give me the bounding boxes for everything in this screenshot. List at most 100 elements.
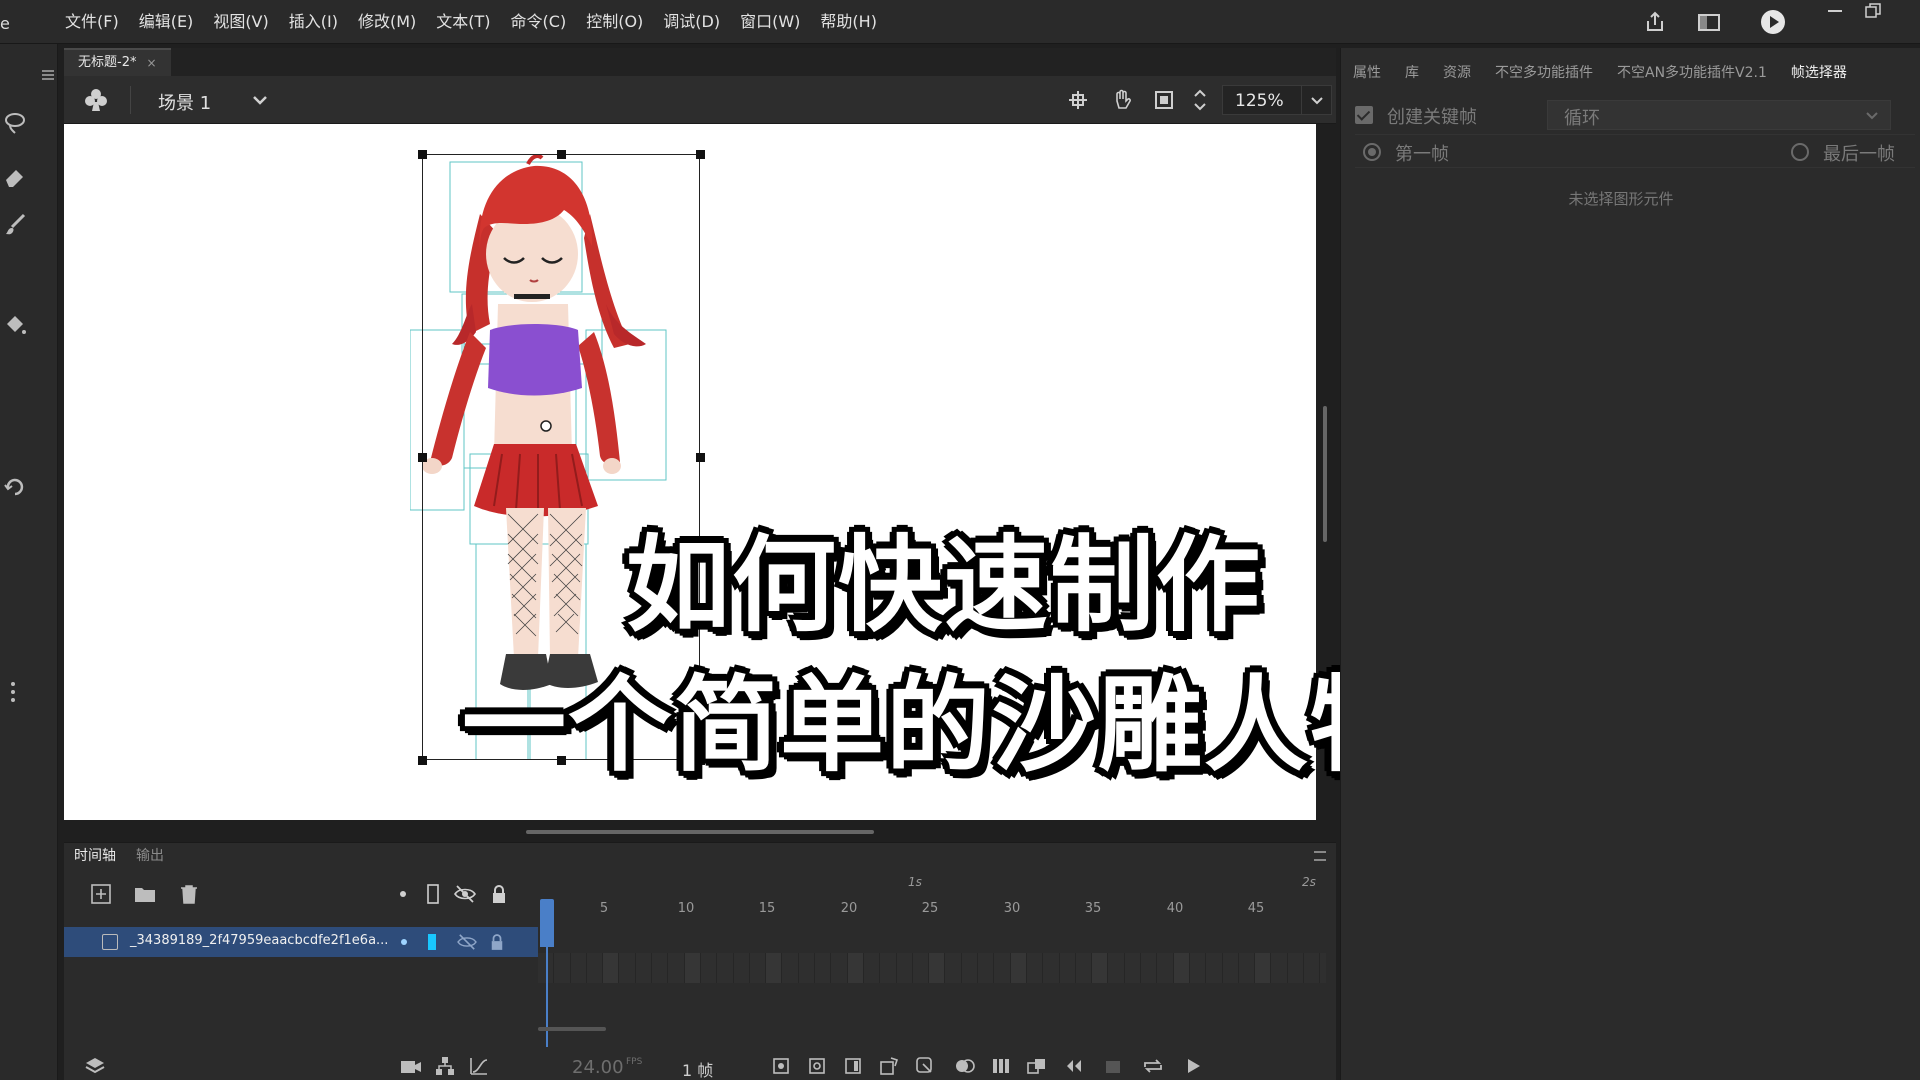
frame-cell[interactable] — [1076, 953, 1093, 983]
frame-cell[interactable] — [1141, 953, 1158, 983]
frame-cell[interactable] — [1060, 953, 1076, 983]
frame-cell[interactable] — [750, 953, 767, 983]
transform-handle[interactable] — [418, 756, 427, 765]
scene-clubs-icon[interactable] — [82, 86, 110, 114]
minimize-icon[interactable] — [1818, 0, 1852, 22]
current-frame[interactable]: 1 帧 — [682, 1057, 713, 1080]
frame-cell[interactable] — [783, 953, 799, 983]
stage-horizontal-scrollbar[interactable] — [526, 830, 874, 834]
frame-cell[interactable] — [1092, 953, 1109, 983]
frame-cell[interactable] — [1043, 953, 1060, 983]
menu-insert[interactable]: 插入(I) — [279, 0, 348, 44]
fps-value[interactable]: 24.00 — [572, 1057, 624, 1078]
frame-cell[interactable] — [636, 953, 653, 983]
highlight-dot-icon[interactable] — [400, 938, 408, 946]
clip-canvas-icon[interactable] — [1150, 86, 1178, 114]
tab-plugin-v21[interactable]: 不空AN多功能插件V2.1 — [1605, 60, 1779, 86]
restore-icon[interactable] — [1856, 0, 1890, 22]
menu-debug[interactable]: 调试(D) — [653, 0, 730, 44]
chevron-down-icon[interactable] — [1301, 86, 1331, 114]
lock-icon[interactable] — [490, 933, 504, 951]
frame-cell[interactable] — [668, 953, 685, 983]
frame-cell[interactable] — [864, 953, 881, 983]
frame-cell[interactable] — [717, 953, 734, 983]
transform-handle[interactable] — [696, 150, 705, 159]
shape-tween-icon[interactable] — [914, 1055, 936, 1077]
brush-tool-icon[interactable] — [0, 208, 30, 242]
transform-handle[interactable] — [696, 453, 705, 462]
layer-row[interactable]: _34389189_2f47959eaacbcdfe2f1e6a... — [64, 927, 538, 957]
frame-cell[interactable] — [815, 953, 832, 983]
frame-cell[interactable] — [799, 953, 816, 983]
timeline-menu-icon[interactable] — [1314, 851, 1326, 861]
frame-cell[interactable] — [571, 953, 587, 983]
frame-cell[interactable] — [1109, 953, 1125, 983]
menu-view[interactable]: 视图(V) — [203, 0, 278, 44]
close-icon[interactable]: × — [146, 50, 156, 76]
visibility-off-icon[interactable] — [456, 933, 478, 951]
hand-tool-icon[interactable] — [1108, 86, 1136, 114]
frame-cell[interactable] — [962, 953, 979, 983]
loop-icon[interactable] — [1142, 1055, 1164, 1077]
convert-icon[interactable] — [1026, 1055, 1048, 1077]
frame-cell[interactable] — [1157, 953, 1174, 983]
frame-cell[interactable] — [946, 953, 962, 983]
edit-multiple-frames-icon[interactable] — [990, 1055, 1012, 1077]
menu-edit[interactable]: 编辑(E) — [129, 0, 204, 44]
frame-ruler[interactable]: 1s 2s 5 10 15 20 25 30 35 40 45 — [538, 869, 1326, 917]
frame-cell[interactable] — [684, 953, 701, 983]
frame-cell[interactable] — [913, 953, 930, 983]
frame-cell[interactable] — [1255, 953, 1272, 983]
tab-assets[interactable]: 资源 — [1431, 60, 1483, 86]
transform-handle[interactable] — [418, 453, 427, 462]
frame-cell[interactable] — [1239, 953, 1256, 983]
share-icon[interactable] — [1628, 0, 1682, 44]
new-layer-icon[interactable] — [88, 881, 114, 907]
delete-layer-icon[interactable] — [176, 881, 202, 907]
tab-timeline[interactable]: 时间轴 — [74, 843, 116, 869]
paint-bucket-tool-icon[interactable] — [0, 308, 30, 342]
frame-cell[interactable] — [620, 953, 636, 983]
tab-output[interactable]: 输出 — [136, 843, 164, 869]
rotate-tool-icon[interactable] — [0, 468, 30, 502]
frame-cell[interactable] — [603, 953, 620, 983]
frame-cell[interactable] — [1223, 953, 1239, 983]
frame-cell[interactable] — [587, 953, 604, 983]
tab-plugin[interactable]: 不空多功能插件 — [1483, 60, 1605, 86]
zoom-select[interactable]: 125% — [1222, 85, 1332, 115]
layer-parenting-icon[interactable] — [434, 1055, 456, 1077]
lasso-tool-icon[interactable] — [0, 106, 30, 140]
layers-icon[interactable] — [84, 1055, 106, 1077]
frame-area[interactable]: 1s 2s 5 10 15 20 25 30 35 40 45 — [538, 869, 1326, 1047]
eraser-tool-icon[interactable] — [0, 160, 30, 194]
frame-cell[interactable] — [1027, 953, 1044, 983]
frame-cell[interactable] — [1190, 953, 1207, 983]
frame-cell[interactable] — [766, 953, 783, 983]
frame-cell[interactable] — [652, 953, 669, 983]
zoom-stepper-icon[interactable] — [1186, 86, 1214, 114]
test-movie-play-icon[interactable] — [1746, 0, 1800, 44]
outline-icon[interactable] — [420, 881, 446, 907]
menu-control[interactable]: 控制(O) — [576, 0, 653, 44]
menu-window[interactable]: 窗口(W) — [730, 0, 810, 44]
frame-cell[interactable] — [1010, 953, 1027, 983]
transform-handle[interactable] — [418, 150, 427, 159]
workspace-icon[interactable] — [1682, 0, 1736, 44]
insert-frame-icon[interactable] — [842, 1055, 864, 1077]
stage-vertical-scrollbar[interactable] — [1323, 406, 1327, 542]
scene-name[interactable]: 场景 1 — [158, 89, 211, 115]
new-folder-icon[interactable] — [132, 881, 158, 907]
highlight-dot-icon[interactable] — [390, 881, 416, 907]
menu-text[interactable]: 文本(T) — [426, 0, 500, 44]
ease-icon[interactable] — [468, 1055, 490, 1077]
onion-skin-icon[interactable] — [954, 1055, 976, 1077]
document-tab[interactable]: 无标题-2* × — [64, 48, 171, 76]
frame-cell[interactable] — [1173, 953, 1190, 983]
frame-cell[interactable] — [554, 953, 571, 983]
frame-cell[interactable] — [847, 953, 864, 983]
center-stage-icon[interactable] — [1064, 86, 1092, 114]
frame-cell[interactable] — [994, 953, 1011, 983]
frame-cell[interactable] — [929, 953, 946, 983]
frame-cell[interactable] — [734, 953, 750, 983]
frame-cell[interactable] — [1272, 953, 1288, 983]
